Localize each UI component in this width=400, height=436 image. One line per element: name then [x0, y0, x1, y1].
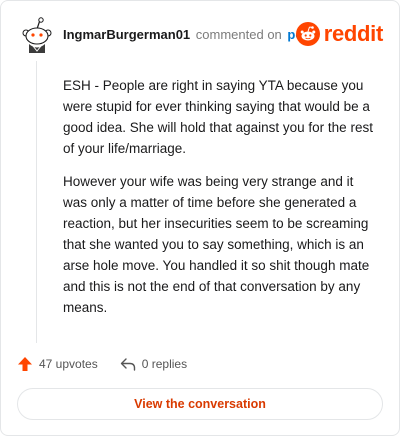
reddit-logo[interactable]: reddit: [295, 19, 384, 49]
upvote-arrow-icon: [18, 357, 32, 371]
reply-button[interactable]: 0 replies: [120, 356, 187, 372]
snoo-avatar-icon[interactable]: [17, 15, 57, 55]
author-name[interactable]: IngmarBurgerman01: [63, 27, 190, 42]
comment-body: ESH - People are right in saying YTA bec…: [63, 75, 381, 330]
comment-paragraph: However your wife was being very strange…: [63, 174, 370, 315]
comment-paragraph: ESH - People are right in saying YTA bec…: [63, 78, 373, 156]
upvote-button[interactable]: 47 upvotes: [17, 356, 98, 372]
view-conversation-button[interactable]: View the conversation: [17, 388, 383, 420]
thread-line: [36, 61, 37, 343]
upvote-count: 47 upvotes: [39, 357, 98, 371]
comment-header: IngmarBurgerman01 commented on post redd…: [17, 15, 383, 55]
reddit-logo-icon: [295, 22, 320, 46]
commented-on-text: commented on: [195, 27, 282, 42]
reddit-wordmark: reddit: [323, 21, 384, 46]
author-line: IngmarBurgerman01 commented on post: [63, 27, 315, 42]
comment-actions: 47 upvotes 0 replies: [17, 354, 209, 374]
reply-arrow-icon: [120, 358, 135, 371]
comment-card: IngmarBurgerman01 commented on post redd…: [0, 0, 400, 436]
reply-count: 0 replies: [141, 357, 188, 371]
